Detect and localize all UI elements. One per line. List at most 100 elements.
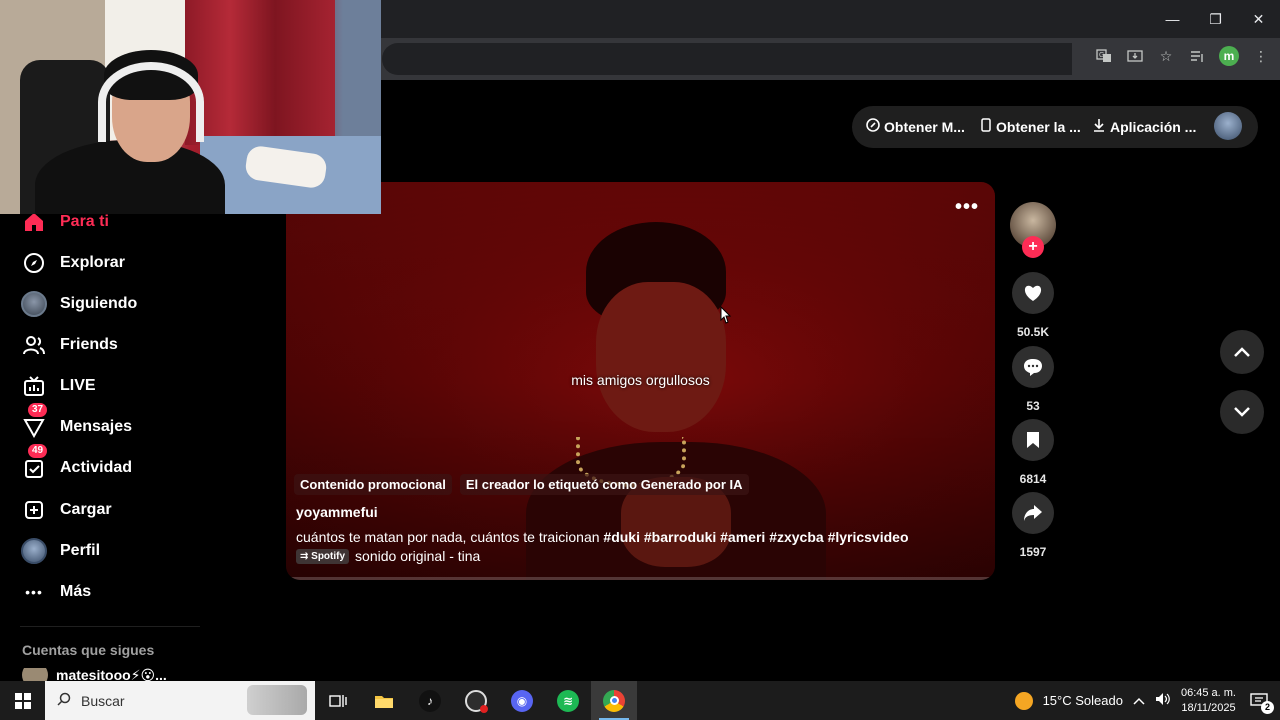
start-button[interactable] [0,681,45,720]
sidebar-item-perfil[interactable]: Perfil [20,536,100,566]
get-app-button[interactable]: Obtener la ... [980,118,1081,135]
desktop-app-label: Aplicación ... [1110,118,1197,135]
tiktok-app-button[interactable]: ♪ [407,681,453,720]
task-view-button[interactable] [315,681,361,720]
reading-list-icon[interactable] [1188,47,1206,65]
share-icon [1024,505,1042,521]
more-options-button[interactable]: ••• [955,196,979,219]
get-coins-label: Obtener M... [884,118,965,135]
chevron-down-icon [1234,407,1250,417]
spotify-app-button[interactable]: ≋ [545,681,591,720]
following-avatar [20,290,48,318]
close-button[interactable]: ✕ [1237,0,1280,38]
taskbar-search[interactable]: Buscar [45,681,315,720]
sidebar-item-explorar[interactable]: Explorar [20,248,125,278]
next-video-button[interactable] [1220,390,1264,434]
sidebar-item-friends[interactable]: Friends [20,330,118,360]
install-icon[interactable] [1126,47,1144,65]
hashtag[interactable]: #duki [603,529,640,545]
live-icon [20,372,48,400]
comment-button[interactable] [1012,346,1054,388]
chevron-up-icon[interactable] [1133,694,1145,708]
hashtag[interactable]: #zxycba [769,529,823,545]
download-icon [1092,118,1106,135]
like-count: 50.5K [1016,325,1050,339]
video-caption: cuántos te matan por nada, cuántos te tr… [296,529,909,545]
previous-video-button[interactable] [1220,330,1264,374]
hashtag[interactable]: #lyricsvideo [828,529,909,545]
following-account-item[interactable]: matesitooo⚡😮... [22,668,167,682]
get-app-label: Obtener la ... [996,118,1081,135]
minimize-button[interactable]: — [1151,0,1194,38]
chevron-up-icon [1234,347,1250,357]
compass-icon [20,249,48,277]
video-author[interactable]: yoyammefui [296,504,378,520]
restore-button[interactable]: ❐ [1194,0,1237,38]
webcam-overlay [0,0,381,214]
sidebar-item-live[interactable]: LIVE [20,371,96,401]
friends-icon [20,331,48,359]
sidebar-item-mensajes[interactable]: 37 Mensajes [20,403,132,442]
share-button[interactable] [1012,492,1054,534]
weather-text[interactable]: 15°C Soleado [1043,693,1123,708]
ai-label[interactable]: El creador lo etiquetó como Generado por… [459,474,749,495]
discord-icon: ◉ [511,689,533,712]
sidebar-divider [20,626,200,627]
windows-taskbar: Buscar ♪ ◉ ≋ 15°C Soleado 06:45 a. m. 18… [0,681,1280,720]
spotify-chip[interactable]: ⇉ Spotify [296,548,350,564]
file-explorer-button[interactable] [361,681,407,720]
sidebar-item-cargar[interactable]: Cargar [20,495,112,525]
messages-icon: 37 [20,403,48,441]
toolbar-icons: G ☆ m ⋮ [1095,46,1270,66]
follow-plus-icon[interactable]: + [1022,236,1044,258]
desktop-app-button[interactable]: Aplicación ... [1092,118,1196,135]
video-subtitle: mis amigos orgullosos [571,372,710,388]
account-avatar [22,668,48,682]
window-controls: — ❐ ✕ [1151,0,1280,38]
video-player[interactable]: ••• mis amigos orgullosos Contenido prom… [286,182,995,580]
messages-badge: 37 [28,403,48,417]
profile-avatar [20,537,48,565]
phone-icon [980,118,992,135]
user-avatar[interactable] [1214,112,1242,140]
content-labels: Contenido promocional El creador lo etiq… [294,474,749,495]
music-title[interactable]: sonido original - tina [355,548,480,564]
get-coins-button[interactable]: Obtener M... [866,118,965,135]
notification-center-button[interactable]: 2 [1246,688,1274,714]
sidebar-item-siguiendo[interactable]: Siguiendo [20,289,137,319]
hashtag[interactable]: #barroduki [644,529,716,545]
video-progress-bar[interactable] [286,577,995,580]
search-icon [57,692,71,709]
sidebar-item-label: LIVE [60,377,96,394]
address-bar[interactable] [382,43,1072,75]
clock[interactable]: 06:45 a. m. 18/11/2025 [1181,686,1236,716]
volume-icon[interactable] [1155,692,1171,709]
discord-app-button[interactable]: ◉ [499,681,545,720]
like-button[interactable] [1012,272,1054,314]
kebab-menu-icon[interactable]: ⋮ [1252,47,1270,65]
upload-icon [20,496,48,524]
sidebar-item-label: Cargar [60,501,112,518]
promo-label[interactable]: Contenido promocional [294,474,452,495]
chrome-app-button[interactable] [591,681,637,720]
obs-app-button[interactable] [453,681,499,720]
music-row[interactable]: ⇉ Spotify sonido original - tina [296,548,480,564]
sidebar-item-label: Actividad [60,459,133,476]
star-icon[interactable]: ☆ [1157,47,1175,65]
sidebar-item-actividad[interactable]: 49 Actividad [20,444,132,483]
translate-icon[interactable]: G [1095,47,1113,65]
windows-icon [14,692,31,709]
sidebar-item-label: Mensajes [60,418,133,435]
activity-icon: 49 [20,444,48,482]
profile-avatar-icon[interactable]: m [1219,46,1239,66]
clock-time: 06:45 a. m. [1180,686,1236,699]
heart-icon [1024,285,1042,301]
weather-sun-icon [1014,691,1033,710]
caption-text: cuántos te matan por nada, cuántos te tr… [296,529,600,545]
sidebar-item-mas[interactable]: ••• Más [20,577,91,607]
obs-icon [465,689,488,713]
sidebar-item-label: Friends [60,336,118,353]
hashtag[interactable]: #ameri [720,529,765,545]
save-button[interactable] [1012,419,1054,461]
clock-date: 18/11/2025 [1181,701,1236,714]
